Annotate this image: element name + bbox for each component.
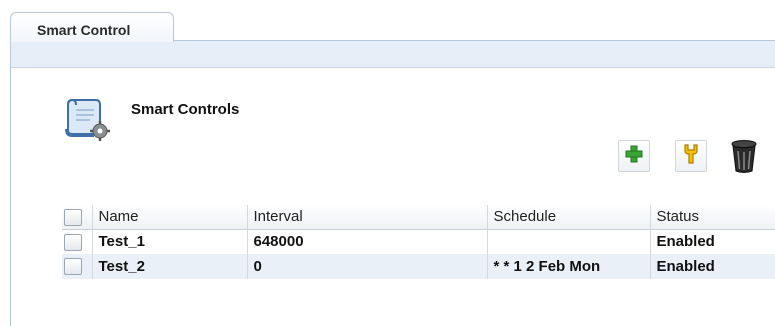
column-header-interval[interactable]: Interval — [247, 205, 488, 230]
select-all-cell — [62, 205, 93, 230]
cell-name: Test_2 — [92, 254, 248, 279]
tab-label: Smart Control — [37, 22, 131, 38]
cell-interval: 0 — [247, 254, 488, 279]
column-header-schedule[interactable]: Schedule — [487, 205, 651, 230]
tab-band — [10, 40, 775, 68]
row-check-cell — [62, 229, 93, 254]
row-check-cell — [62, 254, 93, 279]
table-row[interactable]: Test_2 0 * * 1 2 Feb Mon Enabled — [62, 254, 775, 279]
wrench-icon — [681, 143, 701, 170]
select-all-checkbox[interactable] — [64, 208, 82, 226]
row-checkbox[interactable] — [64, 233, 82, 251]
panel-border — [10, 40, 11, 326]
table-header-row: Name Interval Schedule Status — [62, 205, 775, 230]
column-header-name[interactable]: Name — [92, 205, 248, 230]
row-checkbox[interactable] — [64, 258, 82, 276]
edit-button[interactable] — [675, 140, 707, 172]
table-row[interactable]: Test_1 648000 Enabled — [62, 229, 775, 254]
cell-name: Test_1 — [92, 229, 248, 254]
tab-smart-control[interactable]: Smart Control — [10, 12, 174, 42]
cell-interval: 648000 — [247, 229, 488, 254]
add-button[interactable] — [618, 140, 650, 172]
smart-controls-table: Name Interval Schedule Status Test_1 648… — [62, 205, 775, 279]
column-header-status[interactable]: Status — [650, 205, 775, 230]
cell-schedule — [487, 229, 651, 254]
scroll-settings-icon — [62, 96, 112, 142]
delete-button[interactable] — [726, 138, 762, 178]
section-title: Smart Controls — [131, 101, 240, 118]
cell-schedule: * * 1 2 Feb Mon — [487, 254, 651, 279]
plus-icon — [624, 144, 644, 169]
cell-status: Enabled — [650, 229, 775, 254]
trash-icon — [729, 138, 759, 179]
cell-status: Enabled — [650, 254, 775, 279]
